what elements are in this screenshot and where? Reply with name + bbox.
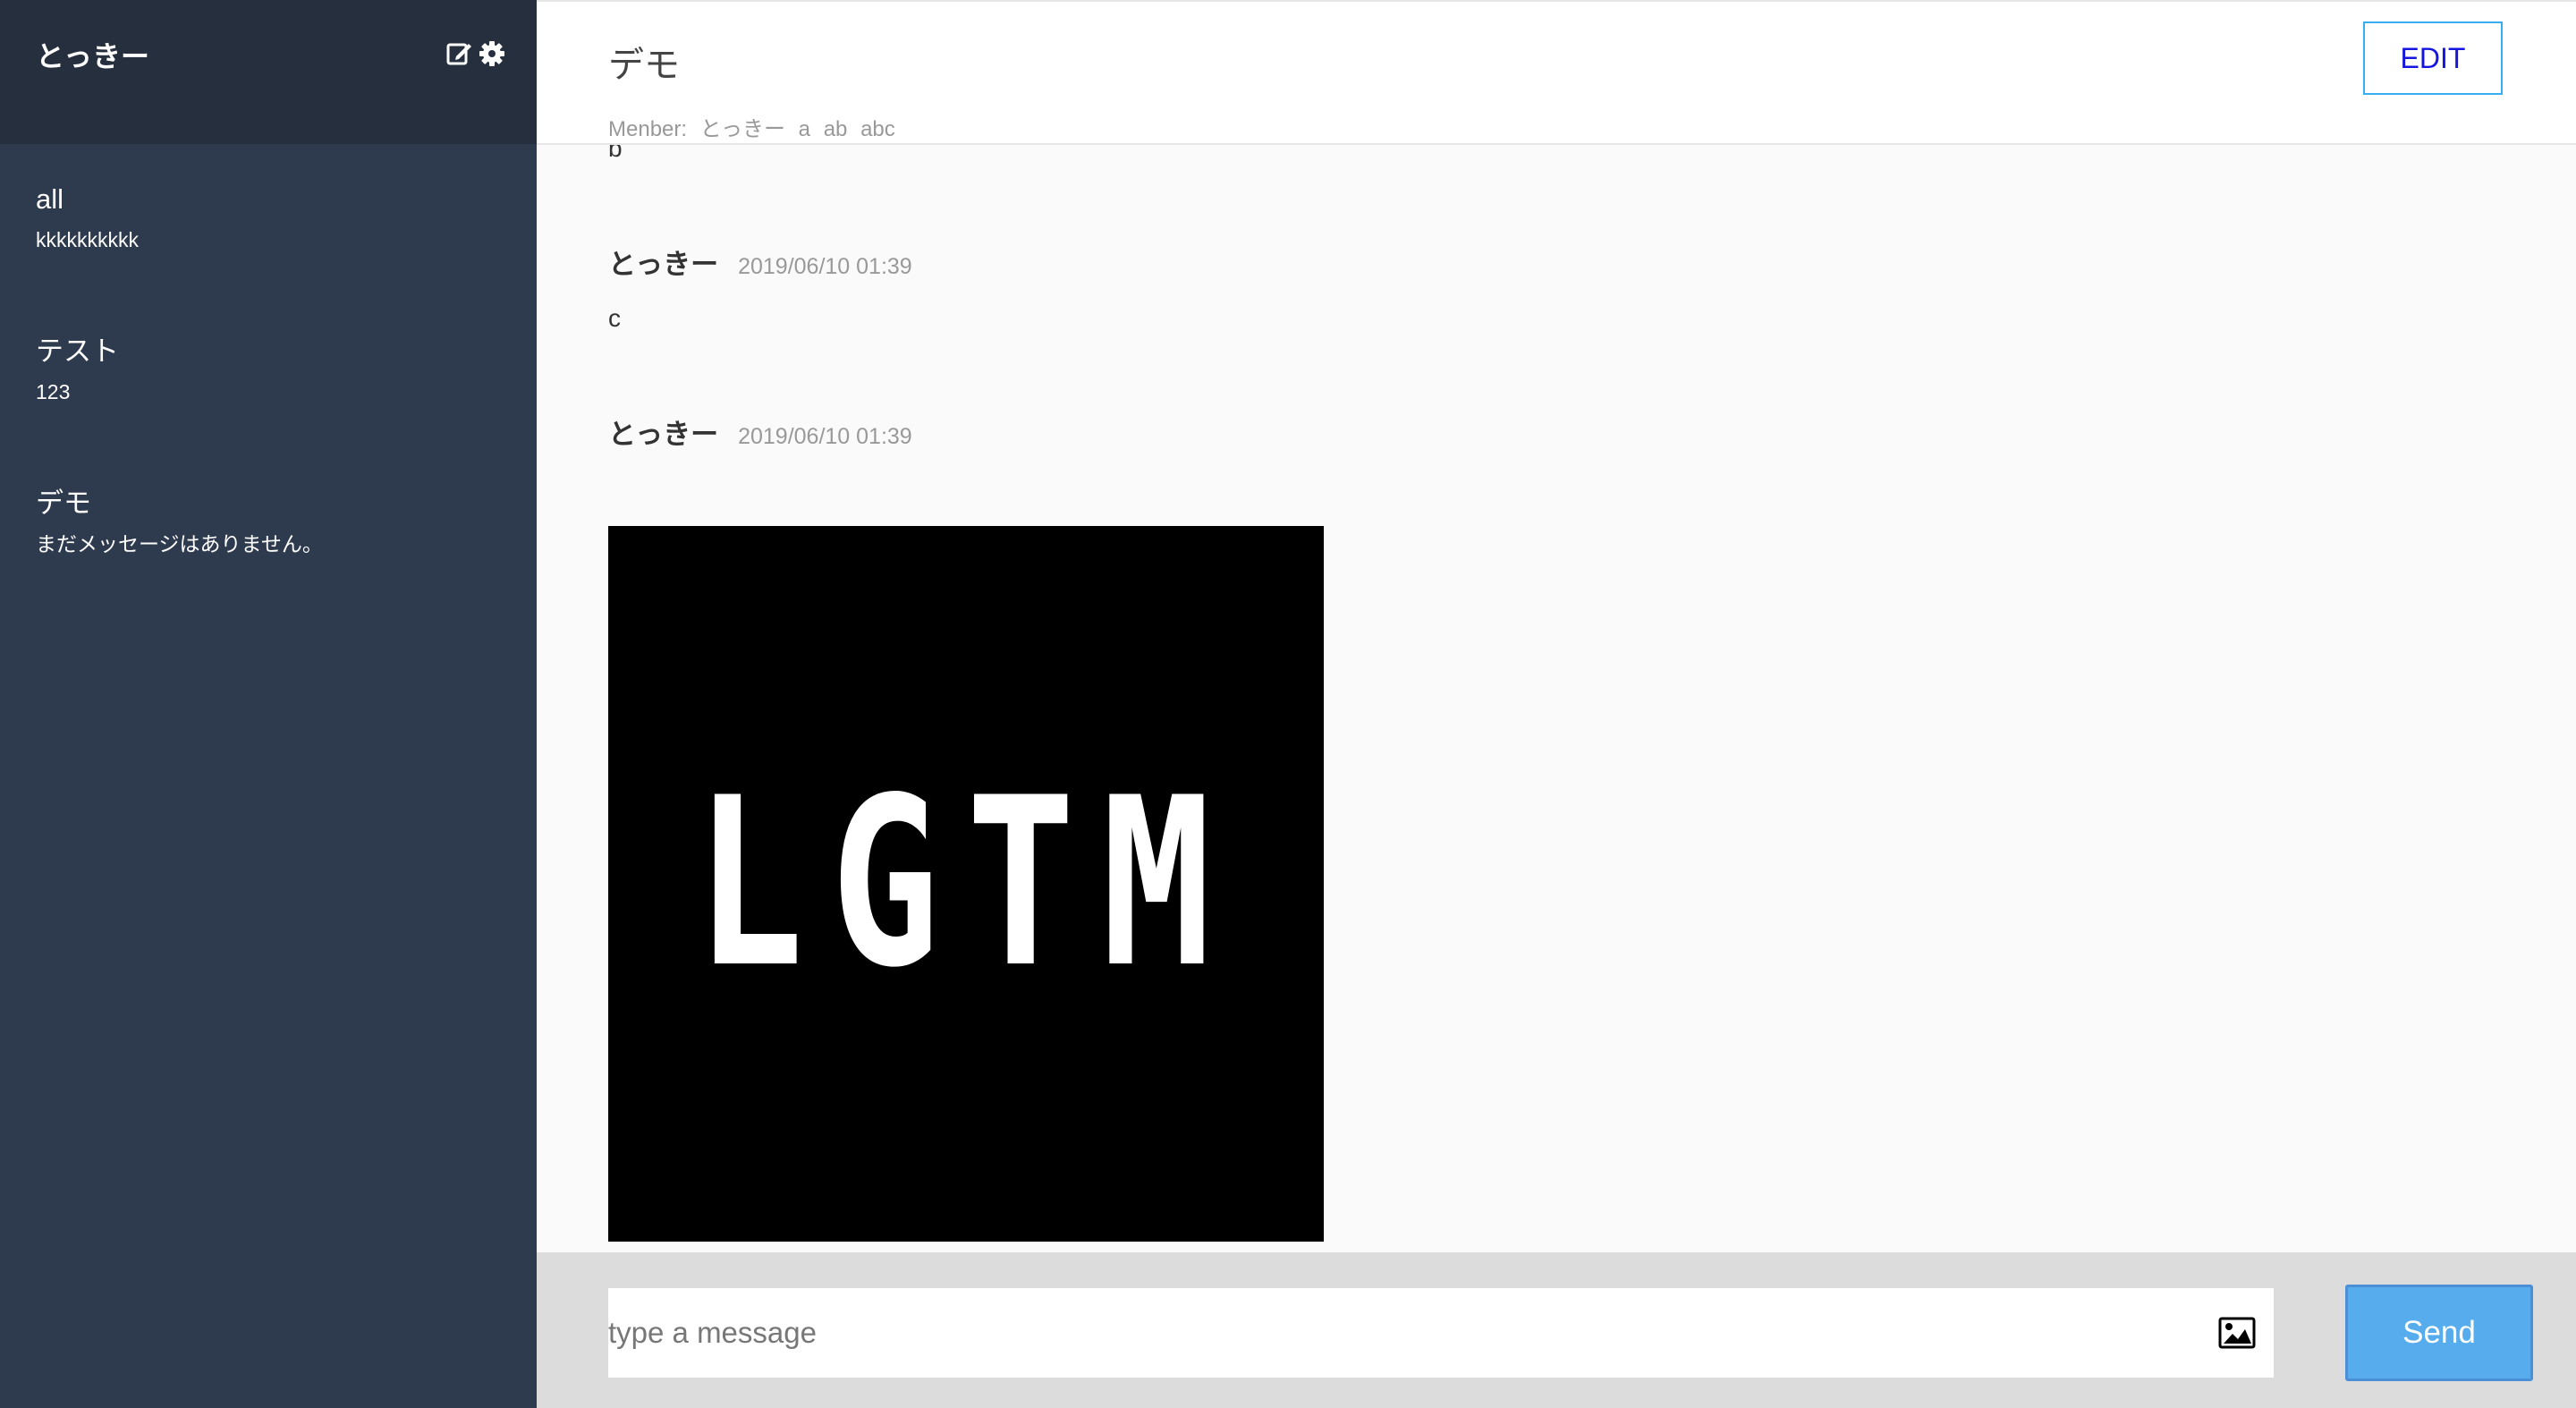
chat-header: デモ Menber: とっきー a ab abc EDIT <box>537 0 2576 145</box>
member-list: Menber: とっきー a ab abc <box>608 111 902 142</box>
member-name: ab <box>823 117 848 141</box>
image-icon[interactable] <box>2218 1317 2256 1353</box>
group-name: テスト <box>36 335 119 367</box>
gear-icon[interactable] <box>478 39 506 68</box>
current-user-name: とっきー <box>36 40 150 72</box>
sidebar-header-icons <box>445 39 506 68</box>
sidebar: とっきー all kkkkkkkkkk テスト 123 デモ まだメッセージはあ… <box>0 0 537 1408</box>
message-input[interactable] <box>608 1288 2200 1378</box>
edit-icon[interactable] <box>445 39 474 68</box>
member-name: a <box>798 117 811 141</box>
message-time: 2019/06/10 01:39 <box>738 424 912 449</box>
chat-main: デモ Menber: とっきー a ab abc EDIT b とっきー 201… <box>537 0 2576 1408</box>
group-item-test[interactable]: テスト 123 <box>36 334 501 405</box>
message-header: とっきー 2019/06/10 01:39 <box>608 242 912 282</box>
group-last-message: 123 <box>36 380 71 403</box>
member-name: abc <box>860 117 895 141</box>
message-text: b <box>608 145 623 162</box>
message-text: c <box>608 304 621 332</box>
message-input-box <box>608 1288 2274 1378</box>
group-name: デモ <box>36 488 91 519</box>
message-header: とっきー 2019/06/10 01:39 <box>608 411 912 452</box>
message-time: 2019/06/10 01:39 <box>738 254 912 279</box>
send-button[interactable]: Send <box>2345 1285 2533 1381</box>
group-name: all <box>36 183 64 215</box>
group-item-demo[interactable]: デモ まだメッセージはありません。 <box>36 486 501 557</box>
member-label: Menber: <box>608 117 688 141</box>
group-last-message: まだメッセージはありません。 <box>36 532 323 556</box>
message-image-text: LGTM <box>694 749 1238 1019</box>
sidebar-header: とっきー <box>0 0 537 144</box>
message-author: とっきー <box>608 419 719 450</box>
member-name: とっきー <box>699 117 785 141</box>
message-image: LGTM <box>608 526 1324 1242</box>
message-form: Send <box>537 1252 2576 1408</box>
group-last-message: kkkkkkkkkk <box>36 228 139 251</box>
group-item-all[interactable]: all kkkkkkkkkk <box>36 182 501 253</box>
message-list[interactable]: b とっきー 2019/06/10 01:39 c とっきー 2019/06/1… <box>537 145 2576 1252</box>
edit-button[interactable]: EDIT <box>2363 21 2503 95</box>
message-author: とっきー <box>608 249 719 280</box>
chat-title: デモ <box>608 46 680 85</box>
